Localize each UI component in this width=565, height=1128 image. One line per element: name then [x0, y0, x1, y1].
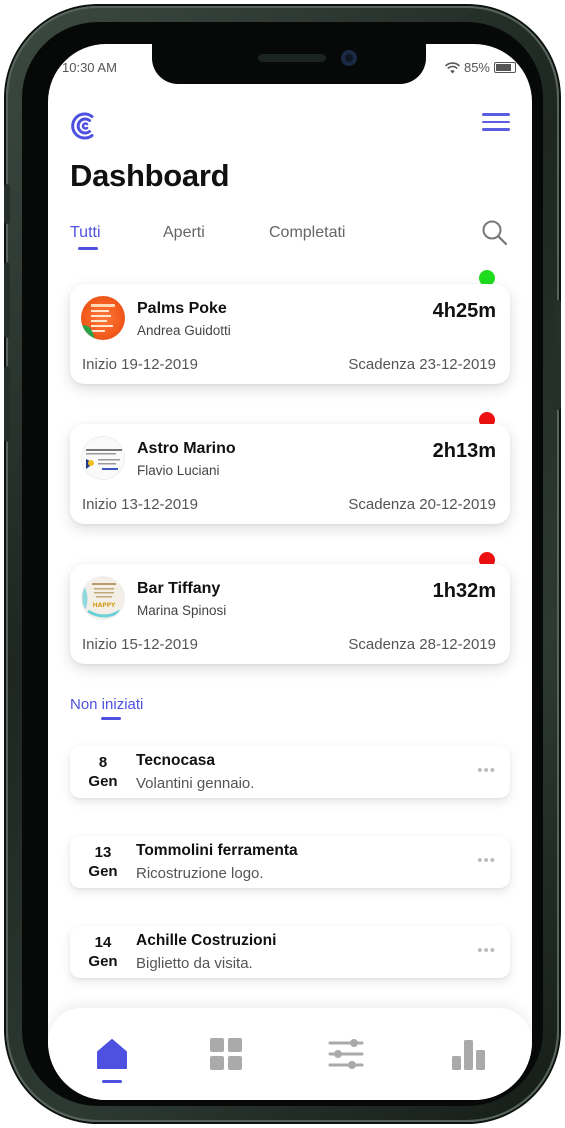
project-name: Bar Tiffany [137, 580, 221, 597]
app-screen: 10:30 AM 85% Dashboard Tutti Aperti Comp… [48, 44, 532, 1100]
project-owner: Andrea Guidotti [137, 323, 231, 338]
battery-percent: 85% [463, 60, 490, 75]
home-icon[interactable] [94, 1036, 130, 1072]
project-time: 2h13m [432, 440, 496, 462]
project-start-date: Inizio 15-12-2019 [82, 636, 198, 653]
sliders-icon[interactable] [328, 1036, 364, 1072]
section-underline [101, 717, 121, 720]
wifi-icon [444, 61, 460, 73]
volume-up-button [4, 262, 10, 338]
project-thumbnail [81, 296, 125, 340]
project-due-date: Scadenza 20-12-2019 [348, 496, 496, 513]
notch [152, 44, 426, 84]
tab-aperti[interactable]: Aperti [163, 224, 205, 242]
task-day: 13 [94, 844, 112, 861]
task-month: Gen [88, 773, 118, 790]
project-name: Palms Poke [137, 300, 227, 317]
task-title: Achille Costruzioni [136, 932, 277, 949]
project-start-date: Inizio 13-12-2019 [82, 496, 198, 513]
active-tab-underline [78, 247, 98, 250]
section-title-not-started: Non iniziati [70, 696, 144, 713]
project-due-date: Scadenza 28-12-2019 [348, 636, 496, 653]
active-nav-underline [102, 1080, 122, 1083]
tab-tutti[interactable]: Tutti [70, 224, 101, 242]
task-row-tommolini[interactable]: 13 Gen Tommolini ferramenta Ricostruzion… [70, 836, 510, 888]
task-row-achille[interactable]: 14 Gen Achille Costruzioni Biglietto da … [70, 926, 510, 978]
project-card-palms-poke[interactable]: Palms Poke Andrea Guidotti 4h25m Inizio … [70, 284, 510, 384]
filter-tabs: Tutti Aperti Completati [70, 220, 510, 254]
project-thumbnail: HAPPY [81, 576, 125, 620]
project-owner: Flavio Luciani [137, 463, 220, 478]
grid-icon[interactable] [208, 1036, 244, 1072]
task-month: Gen [88, 863, 118, 880]
task-subtitle: Volantini gennaio. [136, 775, 255, 792]
project-start-date: Inizio 19-12-2019 [82, 356, 198, 373]
front-camera [341, 50, 357, 66]
hamburger-menu-icon[interactable] [482, 113, 510, 133]
project-thumbnail [81, 436, 125, 480]
task-subtitle: Biglietto da visita. [136, 955, 253, 972]
volume-down-button [4, 366, 10, 442]
mute-switch [4, 184, 10, 224]
more-options-icon[interactable]: ••• [477, 762, 496, 779]
power-button [555, 300, 561, 410]
battery-icon [494, 62, 516, 73]
task-day: 14 [94, 934, 112, 951]
project-card-bar-tiffany[interactable]: HAPPY Bar Tiffany Marina Spinosi 1h32m I… [70, 564, 510, 664]
tab-completati[interactable]: Completati [269, 224, 345, 242]
project-time: 4h25m [432, 300, 496, 322]
logo-c-icon [71, 112, 94, 140]
task-subtitle: Ricostruzione logo. [136, 865, 264, 882]
more-options-icon[interactable]: ••• [477, 852, 496, 869]
task-day: 8 [98, 754, 108, 771]
status-indicators: 85% [444, 60, 516, 75]
svg-text:HAPPY: HAPPY [93, 602, 116, 609]
project-time: 1h32m [432, 580, 496, 602]
task-title: Tecnocasa [136, 752, 215, 769]
bottom-navigation [48, 1008, 532, 1100]
search-icon[interactable] [480, 218, 510, 248]
bar-chart-icon[interactable] [450, 1036, 486, 1072]
project-card-astro-marino[interactable]: Astro Marino Flavio Luciani 2h13m Inizio… [70, 424, 510, 524]
more-options-icon[interactable]: ••• [477, 942, 496, 959]
project-owner: Marina Spinosi [137, 603, 227, 618]
task-month: Gen [88, 953, 118, 970]
page-title: Dashboard [70, 158, 230, 193]
status-time: 10:30 AM [62, 60, 117, 75]
task-title: Tommolini ferramenta [136, 842, 298, 859]
task-row-tecnocasa[interactable]: 8 Gen Tecnocasa Volantini gennaio. ••• [70, 746, 510, 798]
project-name: Astro Marino [137, 440, 236, 457]
speaker [258, 54, 326, 62]
project-due-date: Scadenza 23-12-2019 [348, 356, 496, 373]
